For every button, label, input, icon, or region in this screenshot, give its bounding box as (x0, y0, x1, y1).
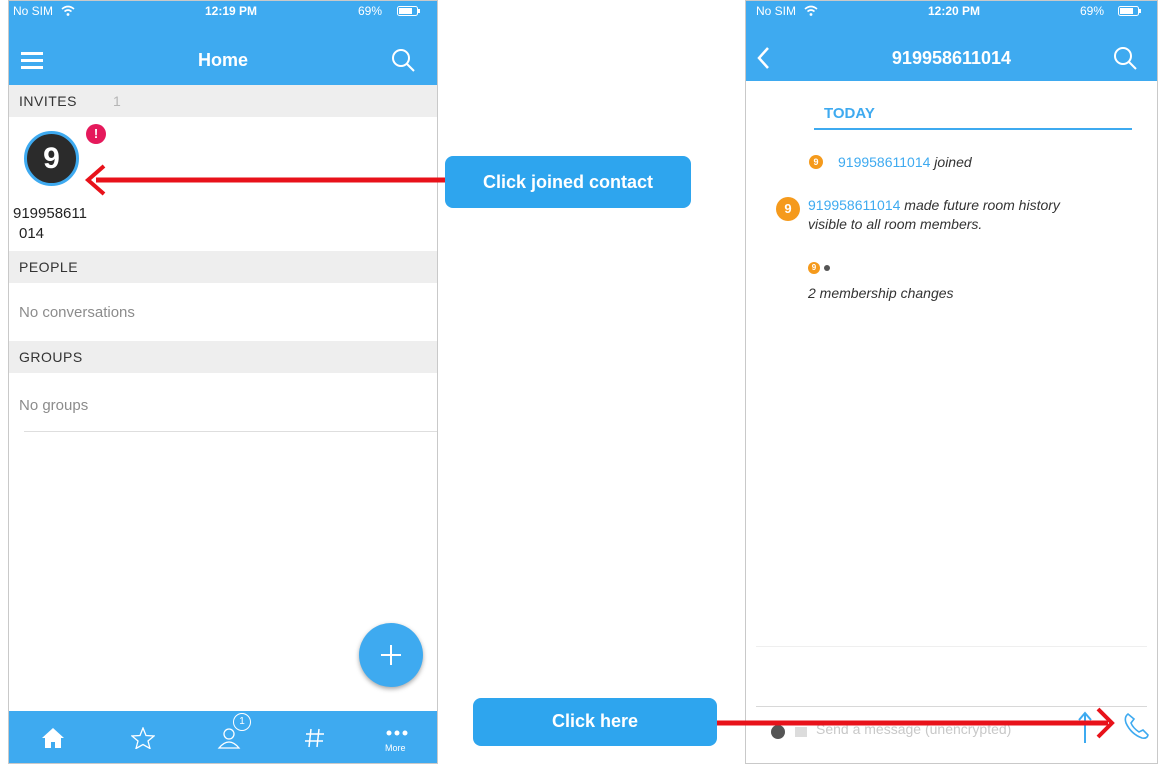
callout-text: Click joined contact (482, 172, 654, 192)
annotation-arrows (84, 164, 1115, 739)
callout-click-here: Click here (473, 698, 717, 746)
callout-text: Click here (551, 711, 639, 731)
callout-click-joined-contact: Click joined contact (445, 156, 691, 208)
